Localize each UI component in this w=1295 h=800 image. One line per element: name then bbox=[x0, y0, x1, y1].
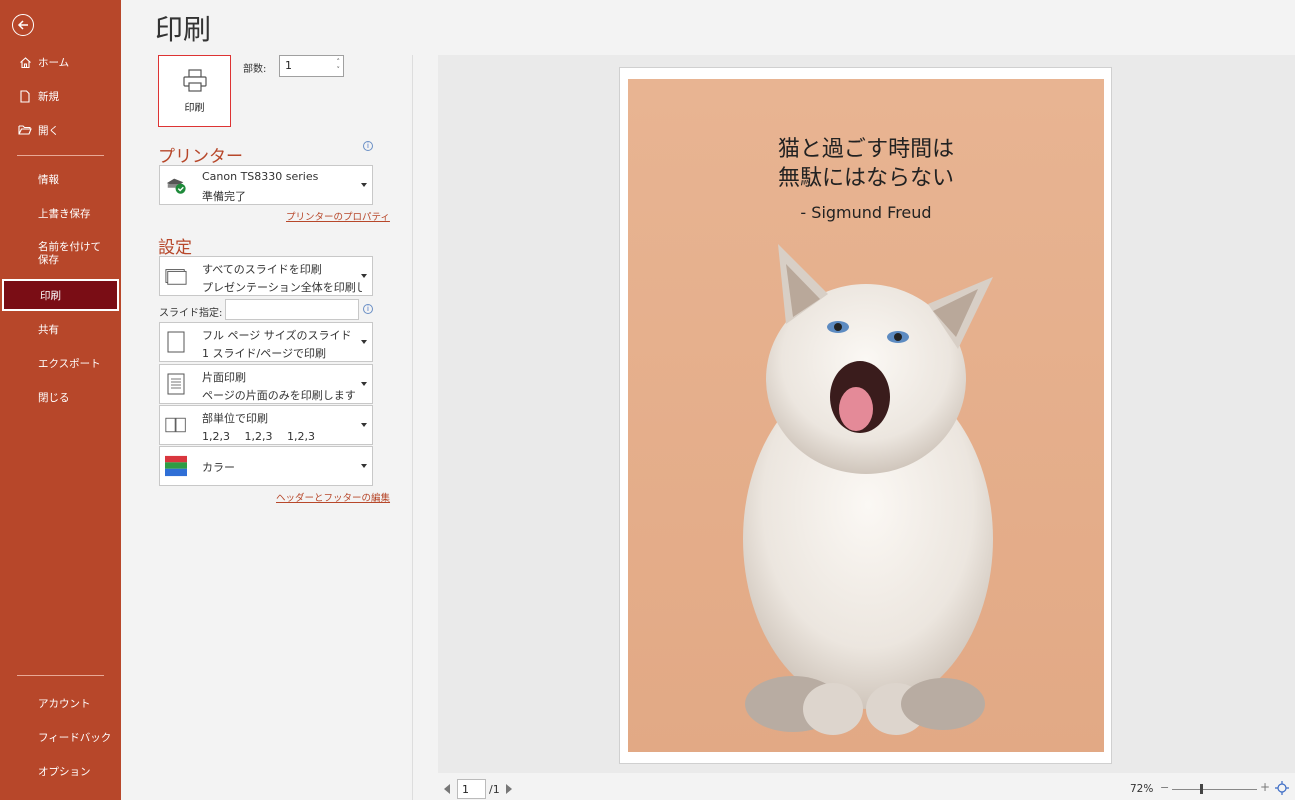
printer-status: 準備完了 bbox=[202, 190, 246, 203]
chevron-down-icon bbox=[361, 464, 367, 468]
sides-label: 片面印刷 bbox=[202, 371, 246, 384]
zoom-out-button[interactable]: − bbox=[1160, 781, 1169, 794]
zoom-in-button[interactable]: + bbox=[1260, 780, 1270, 794]
layout-label: フル ページ サイズのスライド bbox=[202, 329, 352, 342]
sidebar-item-label: 情報 bbox=[38, 173, 59, 186]
open-folder-icon bbox=[17, 124, 33, 136]
sidebar-item-label: 共有 bbox=[38, 323, 59, 336]
sidebar-item-account[interactable]: アカウント bbox=[0, 687, 121, 719]
info-icon[interactable]: i bbox=[363, 141, 373, 151]
settings-section-title: 設定 bbox=[158, 238, 192, 258]
sidebar-divider bbox=[17, 675, 104, 676]
page-title: 印刷 bbox=[155, 13, 212, 46]
slides-stack-icon bbox=[165, 265, 187, 287]
slides-input[interactable] bbox=[225, 299, 359, 320]
printer-dropdown[interactable]: Canon TS8330 series 準備完了 bbox=[159, 165, 373, 205]
layout-desc: 1 スライド/ページで印刷 bbox=[202, 347, 326, 360]
chevron-down-icon bbox=[361, 274, 367, 278]
print-button-label: 印刷 bbox=[184, 102, 205, 114]
panel-divider bbox=[412, 55, 413, 800]
slides-label: スライド指定: bbox=[159, 308, 223, 319]
zoom-percent[interactable]: 72% bbox=[1130, 783, 1153, 795]
print-button[interactable]: 印刷 bbox=[158, 55, 231, 127]
sidebar-item-save-as[interactable]: 名前を付けて保存 bbox=[0, 234, 110, 274]
sidebar-item-share[interactable]: 共有 bbox=[0, 313, 121, 345]
color-icon bbox=[165, 455, 187, 477]
slide-quote-line2: 無駄にはならない bbox=[777, 166, 954, 191]
print-range-dropdown[interactable]: すべてのスライドを印刷 プレゼンテーション全体を印刷し… bbox=[159, 256, 373, 296]
chevron-down-icon bbox=[361, 340, 367, 344]
sidebar-item-save[interactable]: 上書き保存 bbox=[0, 197, 121, 229]
page-total: /1 bbox=[489, 783, 500, 796]
sidebar-item-label: 新規 bbox=[38, 90, 59, 103]
print-range-label: すべてのスライドを印刷 bbox=[202, 263, 322, 276]
sidebar-item-label: 閉じる bbox=[38, 391, 70, 404]
copies-label: 部数: bbox=[243, 64, 267, 75]
print-range-desc: プレゼンテーション全体を印刷し… bbox=[202, 281, 362, 294]
color-label: カラー bbox=[202, 461, 235, 474]
printer-name: Canon TS8330 series bbox=[202, 170, 319, 183]
sidebar-item-label: アカウント bbox=[38, 697, 91, 710]
slide-preview: 猫と過ごす時間は 無駄にはならない - Sigmund Freud bbox=[628, 79, 1104, 752]
page-number-input[interactable]: 1 bbox=[457, 779, 486, 799]
back-button[interactable] bbox=[12, 14, 34, 36]
layout-dropdown[interactable]: フル ページ サイズのスライド 1 スライド/ページで印刷 bbox=[159, 322, 373, 362]
header-footer-link[interactable]: ヘッダーとフッターの編集 bbox=[276, 490, 390, 504]
copies-value: 1 bbox=[285, 59, 292, 72]
sidebar-item-label: 開く bbox=[38, 124, 59, 137]
printer-properties-link[interactable]: プリンターのプロパティ bbox=[286, 209, 390, 223]
backstage-sidebar: ホーム 新規 開く 情報 上書き保存 名前を付けて保存 印刷 共有 エクスポート… bbox=[0, 0, 121, 800]
preview-page: 猫と過ごす時間は 無駄にはならない - Sigmund Freud bbox=[619, 67, 1112, 764]
sidebar-item-label: 上書き保存 bbox=[38, 207, 91, 220]
sidebar-item-print[interactable]: 印刷 bbox=[2, 279, 119, 311]
home-icon bbox=[17, 56, 33, 69]
collate-dropdown[interactable]: 部単位で印刷 1,2,3 1,2,3 1,2,3 bbox=[159, 405, 373, 445]
printer-section-title: プリンター bbox=[158, 147, 243, 167]
chevron-down-icon bbox=[361, 382, 367, 386]
printer-icon bbox=[182, 68, 207, 92]
printer-ready-icon bbox=[165, 174, 187, 196]
sidebar-item-home[interactable]: ホーム bbox=[0, 46, 121, 78]
slide-text: 猫と過ごす時間は 無駄にはならない - Sigmund Freud bbox=[628, 135, 1104, 222]
chevron-down-icon bbox=[361, 183, 367, 187]
collate-desc: 1,2,3 1,2,3 1,2,3 bbox=[202, 430, 315, 443]
sides-desc: ページの片面のみを印刷します bbox=[202, 389, 356, 402]
collated-icon bbox=[165, 414, 187, 436]
slide-author: - Sigmund Freud bbox=[800, 203, 932, 222]
sidebar-item-feedback[interactable]: フィードバック bbox=[0, 721, 121, 753]
one-sided-icon bbox=[165, 373, 187, 395]
new-document-icon bbox=[17, 89, 33, 103]
sides-dropdown[interactable]: 片面印刷 ページの片面のみを印刷します bbox=[159, 364, 373, 404]
spin-arrows-icon[interactable]: ˄ ˅ bbox=[337, 58, 341, 74]
next-page-icon[interactable] bbox=[506, 784, 512, 794]
sidebar-item-open[interactable]: 開く bbox=[0, 114, 121, 146]
fit-to-window-icon[interactable] bbox=[1275, 781, 1289, 795]
info-icon[interactable]: i bbox=[363, 304, 373, 314]
zoom-slider-thumb[interactable] bbox=[1200, 784, 1203, 794]
sidebar-item-label: オプション bbox=[38, 765, 91, 778]
full-page-icon bbox=[165, 331, 187, 353]
sidebar-item-close[interactable]: 閉じる bbox=[0, 381, 121, 413]
sidebar-item-label: フィードバック bbox=[38, 731, 112, 744]
collate-label: 部単位で印刷 bbox=[202, 412, 268, 425]
sidebar-item-options[interactable]: オプション bbox=[0, 755, 121, 787]
sidebar-item-label: ホーム bbox=[38, 56, 70, 69]
sidebar-item-label: 印刷 bbox=[40, 289, 61, 302]
slide-quote-line1: 猫と過ごす時間は bbox=[777, 137, 955, 162]
color-dropdown[interactable]: カラー bbox=[159, 446, 373, 486]
zoom-slider[interactable] bbox=[1172, 789, 1257, 790]
sidebar-item-label: エクスポート bbox=[38, 357, 101, 370]
previous-page-icon[interactable] bbox=[444, 784, 450, 794]
sidebar-item-new[interactable]: 新規 bbox=[0, 80, 121, 112]
copies-stepper[interactable]: 1 ˄ ˅ bbox=[279, 55, 344, 77]
sidebar-divider bbox=[17, 155, 104, 156]
sidebar-item-export[interactable]: エクスポート bbox=[0, 347, 121, 379]
chevron-down-icon bbox=[361, 423, 367, 427]
sidebar-item-info[interactable]: 情報 bbox=[0, 163, 121, 195]
arrow-left-icon bbox=[17, 20, 28, 30]
sidebar-item-label: 名前を付けて保存 bbox=[38, 241, 101, 266]
